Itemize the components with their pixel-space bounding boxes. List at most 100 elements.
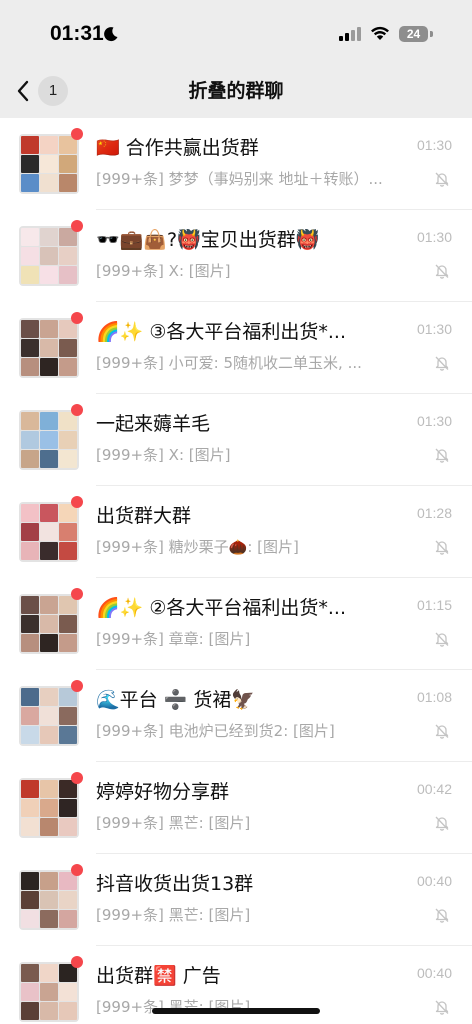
chat-title: 🌈✨ ③各大平台福利出货*...	[96, 321, 347, 343]
wifi-icon	[371, 26, 389, 40]
chat-title: 出货群🈲 广告	[96, 965, 221, 987]
avatar-tile	[20, 1001, 39, 1020]
avatar-tile	[58, 706, 77, 725]
unread-dot	[71, 956, 83, 968]
avatar-tile	[39, 890, 58, 909]
chat-time: 00:40	[416, 965, 452, 981]
chat-row[interactable]: 🌊平台 ➗ 货裙🦅 [999+条] 电池炉已经到货2: [图片] 01:08	[0, 670, 472, 762]
avatar-tile	[20, 779, 39, 798]
avatar-tile	[20, 687, 39, 706]
chat-row[interactable]: 婷婷好物分享群 [999+条] 黑芒: [图片] 00:42	[0, 762, 472, 854]
avatar-tile	[20, 798, 39, 817]
avatar-tile	[58, 449, 77, 468]
unread-dot	[71, 496, 83, 508]
chat-row[interactable]: 🌈✨ ②各大平台福利出货*... [999+条] 章章: [图片] 01:15	[0, 578, 472, 670]
avatar-tile	[20, 227, 39, 246]
group-avatar	[19, 778, 79, 838]
avatar-tile	[58, 265, 77, 284]
chat-title: 🇨🇳 合作共赢出货群	[96, 137, 259, 159]
chat-row[interactable]: 一起来薅羊毛 [999+条] X: [图片] 01:30	[0, 394, 472, 486]
avatar-tile	[20, 503, 39, 522]
chat-row[interactable]: 抖音收货出货13群 [999+条] 黑芒: [图片] 00:40	[0, 854, 472, 946]
chat-row[interactable]: 🌈✨ ③各大平台福利出货*... [999+条] 小可爱: 5随机收二单玉米, …	[0, 302, 472, 394]
group-avatar	[19, 502, 79, 562]
mute-bell-icon	[435, 448, 449, 463]
mute-bell-icon	[435, 172, 449, 187]
avatar-tile	[39, 633, 58, 652]
avatar-tile	[20, 154, 39, 173]
chat-last-message: [999+条] 小可爱: 5随机收二单玉米, ...	[96, 354, 362, 372]
chat-title: 抖音收货出货13群	[96, 873, 254, 895]
avatar-tile	[39, 963, 58, 982]
avatar-tile	[39, 265, 58, 284]
unread-dot	[71, 404, 83, 416]
battery-cap	[430, 31, 433, 37]
avatar-tile	[20, 871, 39, 890]
avatar-tile	[58, 246, 77, 265]
avatar-tile	[20, 982, 39, 1001]
group-avatar	[19, 686, 79, 746]
screen: 01:31 24 1 折叠的群聊 🇨�	[0, 0, 472, 1024]
avatar-tile	[58, 430, 77, 449]
home-indicator[interactable]	[152, 1008, 320, 1014]
mute-bell-icon	[435, 632, 449, 647]
chat-title: 🌈✨ ②各大平台福利出货*...	[96, 597, 347, 619]
mute-bell-icon	[435, 264, 449, 279]
avatar-tile	[39, 449, 58, 468]
chat-list: 🇨🇳 合作共赢出货群 [999+条] 梦梦（事妈别来 地址＋转账）... 01:…	[0, 118, 472, 1024]
group-avatar	[19, 226, 79, 286]
avatar-tile	[58, 357, 77, 376]
mute-bell-icon	[435, 1000, 449, 1015]
avatar-tile	[39, 614, 58, 633]
chat-title: 🌊平台 ➗ 货裙🦅	[96, 689, 256, 711]
group-avatar	[19, 134, 79, 194]
avatar-tile	[39, 430, 58, 449]
avatar-tile	[58, 173, 77, 192]
avatar-tile	[58, 909, 77, 928]
group-avatar	[19, 870, 79, 930]
group-avatar	[19, 962, 79, 1022]
avatar-tile	[39, 595, 58, 614]
avatar-tile	[39, 338, 58, 357]
avatar-tile	[39, 817, 58, 836]
chat-last-message: [999+条] 糖炒栗子🌰: [图片]	[96, 538, 299, 556]
avatar-tile	[39, 541, 58, 560]
cellular-signal-icon	[339, 27, 361, 41]
avatar-tile	[20, 265, 39, 284]
avatar-tile	[20, 614, 39, 633]
chat-time: 01:30	[416, 321, 452, 337]
chat-time: 01:08	[416, 689, 452, 705]
avatar-tile	[58, 1001, 77, 1020]
avatar-tile	[39, 522, 58, 541]
chat-last-message: [999+条] 黑芒: [图片]	[96, 906, 251, 924]
chat-time: 00:42	[416, 781, 452, 797]
battery-indicator: 24	[399, 26, 428, 42]
mute-bell-icon	[435, 356, 449, 371]
avatar-tile	[20, 909, 39, 928]
avatar-tile	[20, 135, 39, 154]
avatar-tile	[39, 503, 58, 522]
avatar-tile	[20, 963, 39, 982]
avatar-tile	[20, 319, 39, 338]
avatar-tile	[39, 154, 58, 173]
chat-row[interactable]: 出货群大群 [999+条] 糖炒栗子🌰: [图片] 01:28	[0, 486, 472, 578]
unread-dot	[71, 772, 83, 784]
unread-dot	[71, 864, 83, 876]
avatar-tile	[58, 725, 77, 744]
avatar-tile	[39, 319, 58, 338]
avatar-tile	[39, 909, 58, 928]
mute-bell-icon	[435, 724, 449, 739]
avatar-tile	[39, 687, 58, 706]
avatar-tile	[58, 522, 77, 541]
chat-last-message: [999+条] X: [图片]	[96, 262, 231, 280]
chat-title: 出货群大群	[96, 505, 192, 527]
chat-row[interactable]: 🇨🇳 合作共赢出货群 [999+条] 梦梦（事妈别来 地址＋转账）... 01:…	[0, 118, 472, 210]
avatar-tile	[39, 798, 58, 817]
avatar-tile	[39, 982, 58, 1001]
chat-last-message: [999+条] 黑芒: [图片]	[96, 998, 251, 1016]
chat-row[interactable]: 🕶️💼👜?👹宝贝出货群👹 [999+条] X: [图片] 01:30	[0, 210, 472, 302]
avatar-tile	[39, 411, 58, 430]
avatar-tile	[39, 1001, 58, 1020]
navigation-bar: 01:31 24 1 折叠的群聊	[0, 0, 472, 118]
avatar-tile	[58, 798, 77, 817]
